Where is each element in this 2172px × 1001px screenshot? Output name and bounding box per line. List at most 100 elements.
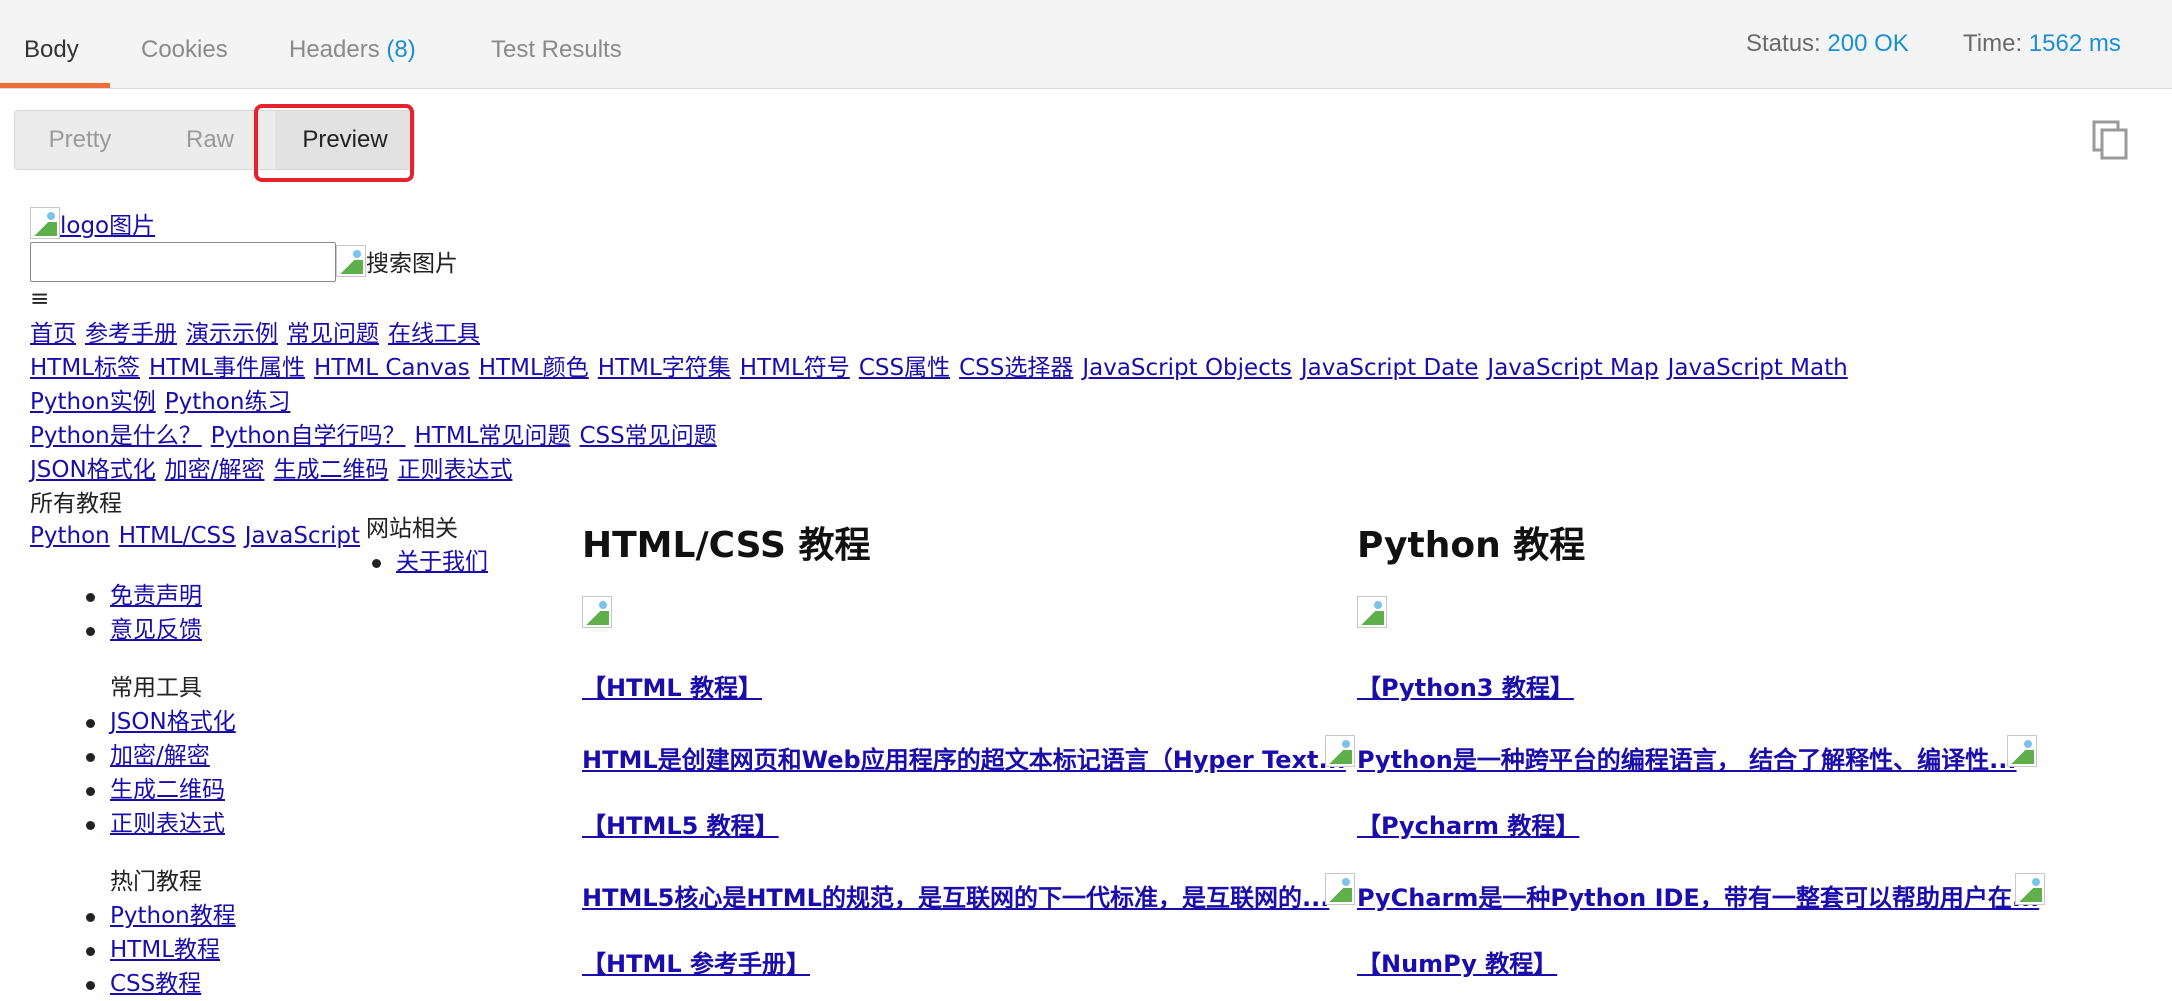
demo-link[interactable]: Python练习 xyxy=(165,389,291,415)
tab-body[interactable]: Body xyxy=(24,36,79,64)
broken-image-icon xyxy=(2015,873,2045,905)
ref-link[interactable]: JavaScript Date xyxy=(1301,355,1479,381)
html-desc-link[interactable]: HTML是创建网页和Web应用程序的超文本标记语言（Hyper Text... xyxy=(582,740,1346,775)
nav-tool-links: JSON格式化 加密/解密 生成二维码 正则表达式 xyxy=(30,453,512,487)
nav-link-reference[interactable]: 参考手册 xyxy=(85,321,177,347)
nav-faq-links: Python是什么？ Python自学行吗？ HTML常见问题 CSS常见问题 xyxy=(30,419,717,453)
hot-tutorials-heading: 热门教程 xyxy=(110,869,202,895)
search-image[interactable]: 搜索图片 xyxy=(336,245,458,281)
html-reference-link[interactable]: 【HTML 参考手册】 xyxy=(582,944,810,979)
broken-image-icon xyxy=(30,207,60,239)
ref-link[interactable]: JavaScript Map xyxy=(1487,355,1658,381)
pretty-button[interactable]: Pretty xyxy=(15,111,145,169)
html5-tutorial-link[interactable]: 【HTML5 教程】 xyxy=(582,806,779,841)
ref-link[interactable]: HTML符号 xyxy=(740,355,850,381)
html5-desc-link[interactable]: HTML5核心是HTML的规范，是互联网的下一代标准，是互联网的... xyxy=(582,878,1329,913)
about-list: 关于我们 xyxy=(340,545,488,579)
ref-link[interactable]: CSS选择器 xyxy=(959,355,1073,381)
disclaimer-link[interactable]: 免责声明 xyxy=(110,583,202,609)
faq-link[interactable]: Python是什么？ xyxy=(30,423,202,449)
tool-link[interactable]: 生成二维码 xyxy=(273,457,388,483)
html-tutorial-link[interactable]: 【HTML 教程】 xyxy=(582,668,762,703)
ref-link[interactable]: JavaScript Objects xyxy=(1082,355,1292,381)
python-column-image xyxy=(1357,596,1387,632)
tool-list-link[interactable]: JSON格式化 xyxy=(110,709,236,735)
ref-link[interactable]: HTML标签 xyxy=(30,355,140,381)
time-value[interactable]: 1562 ms xyxy=(2029,30,2121,57)
tab-headers-label: Headers xyxy=(289,36,380,63)
response-tabs-bar: Body Cookies Headers (8) Test Results St… xyxy=(0,0,2172,89)
common-tools-heading: 常用工具 xyxy=(110,675,202,701)
nav-link-demos[interactable]: 演示示例 xyxy=(186,321,278,347)
tool-list-link[interactable]: 加密/解密 xyxy=(110,743,210,769)
ref-link[interactable]: HTML事件属性 xyxy=(149,355,305,381)
demo-link[interactable]: Python实例 xyxy=(30,389,156,415)
logo-alt-text: logo图片 xyxy=(60,213,156,239)
pycharm-desc-link[interactable]: PyCharm是一种Python IDE，带有一整套可以帮助用户在... xyxy=(1357,878,2039,913)
tool-list-link[interactable]: 生成二维码 xyxy=(110,777,225,803)
python-desc-link[interactable]: Python是一种跨平台的编程语言， 结合了解释性、编译性... xyxy=(1357,740,2017,775)
status-value[interactable]: 200 OK xyxy=(1827,30,1908,57)
broken-image-icon xyxy=(336,245,366,277)
menu-toggle-icon[interactable]: ≡ xyxy=(30,282,49,316)
tab-headers-count: (8) xyxy=(386,36,416,63)
tool-link[interactable]: 正则表达式 xyxy=(397,457,512,483)
copy-icon[interactable] xyxy=(2092,120,2130,160)
python3-tutorial-link[interactable]: 【Python3 教程】 xyxy=(1357,668,1574,703)
nav-link-faq[interactable]: 常见问题 xyxy=(287,321,379,347)
faq-link[interactable]: CSS常见问题 xyxy=(579,423,716,449)
tool-list-link[interactable]: 正则表达式 xyxy=(110,811,225,837)
broken-image-icon xyxy=(582,596,612,628)
broken-image-icon xyxy=(1357,596,1387,628)
nav-link-tools[interactable]: 在线工具 xyxy=(388,321,480,347)
logo-image-link[interactable]: logo图片 xyxy=(30,207,155,243)
pycharm-tutorial-link[interactable]: 【Pycharm 教程】 xyxy=(1357,806,1579,841)
hot-link[interactable]: Python教程 xyxy=(110,903,236,929)
time-label: Time: xyxy=(1963,30,2023,57)
site-list: 免责声明 意见反馈 xyxy=(30,579,202,647)
tab-test-results[interactable]: Test Results xyxy=(491,36,622,64)
all-tutorials-heading: 所有教程 xyxy=(30,491,122,517)
status-label: Status: xyxy=(1746,30,1821,57)
search-input[interactable] xyxy=(30,242,336,282)
python-desc-image xyxy=(2007,735,2037,771)
html5-desc-image xyxy=(1325,873,1355,909)
ref-link[interactable]: HTML颜色 xyxy=(479,355,589,381)
ref-link[interactable]: CSS属性 xyxy=(859,355,950,381)
html-column-heading: HTML/CSS 教程 xyxy=(582,525,871,566)
nav-link-home[interactable]: 首页 xyxy=(30,321,76,347)
site-related-heading: 网站相关 xyxy=(366,516,458,542)
broken-image-icon xyxy=(1325,735,1355,767)
broken-image-icon xyxy=(2007,735,2037,767)
broken-image-icon xyxy=(1325,873,1355,905)
ref-link[interactable]: HTML Canvas xyxy=(314,355,470,381)
hot-link[interactable]: CSS教程 xyxy=(110,971,201,997)
tool-link[interactable]: 加密/解密 xyxy=(165,457,265,483)
feedback-link[interactable]: 意见反馈 xyxy=(110,617,202,643)
status-readout: Status: 200 OK xyxy=(1746,30,1909,58)
active-tab-indicator xyxy=(0,83,110,88)
html-column-image xyxy=(582,596,612,632)
time-readout: Time: 1562 ms xyxy=(1963,30,2121,58)
python-column-heading: Python 教程 xyxy=(1357,525,1586,566)
tab-cookies[interactable]: Cookies xyxy=(141,36,228,64)
tool-link[interactable]: JSON格式化 xyxy=(30,457,156,483)
ref-link[interactable]: JavaScript Math xyxy=(1668,355,1848,381)
faq-link[interactable]: HTML常见问题 xyxy=(414,423,570,449)
nav-main: 首页 参考手册 演示示例 常见问题 在线工具 xyxy=(30,317,480,351)
html-desc-image xyxy=(1325,735,1355,771)
search-alt-text: 搜索图片 xyxy=(366,251,458,277)
tutorial-link-htmlcss[interactable]: HTML/CSS xyxy=(119,523,236,549)
pycharm-desc-image xyxy=(2015,873,2045,909)
nav-reference-links: HTML标签 HTML事件属性 HTML Canvas HTML颜色 HTML字符集 HT… xyxy=(30,351,1848,385)
hot-link[interactable]: HTML教程 xyxy=(110,937,220,963)
tutorial-link-python[interactable]: Python xyxy=(30,523,110,549)
numpy-tutorial-link[interactable]: 【NumPy 教程】 xyxy=(1357,944,1557,979)
ref-link[interactable]: HTML字符集 xyxy=(598,355,731,381)
faq-link[interactable]: Python自学行吗？ xyxy=(211,423,406,449)
preview-highlight-box xyxy=(254,104,414,182)
about-us-link[interactable]: 关于我们 xyxy=(396,549,488,575)
tutorial-links: Python HTML/CSS JavaScript xyxy=(30,519,360,553)
tab-headers[interactable]: Headers (8) xyxy=(289,36,416,64)
nav-demo-links: Python实例 Python练习 xyxy=(30,385,290,419)
